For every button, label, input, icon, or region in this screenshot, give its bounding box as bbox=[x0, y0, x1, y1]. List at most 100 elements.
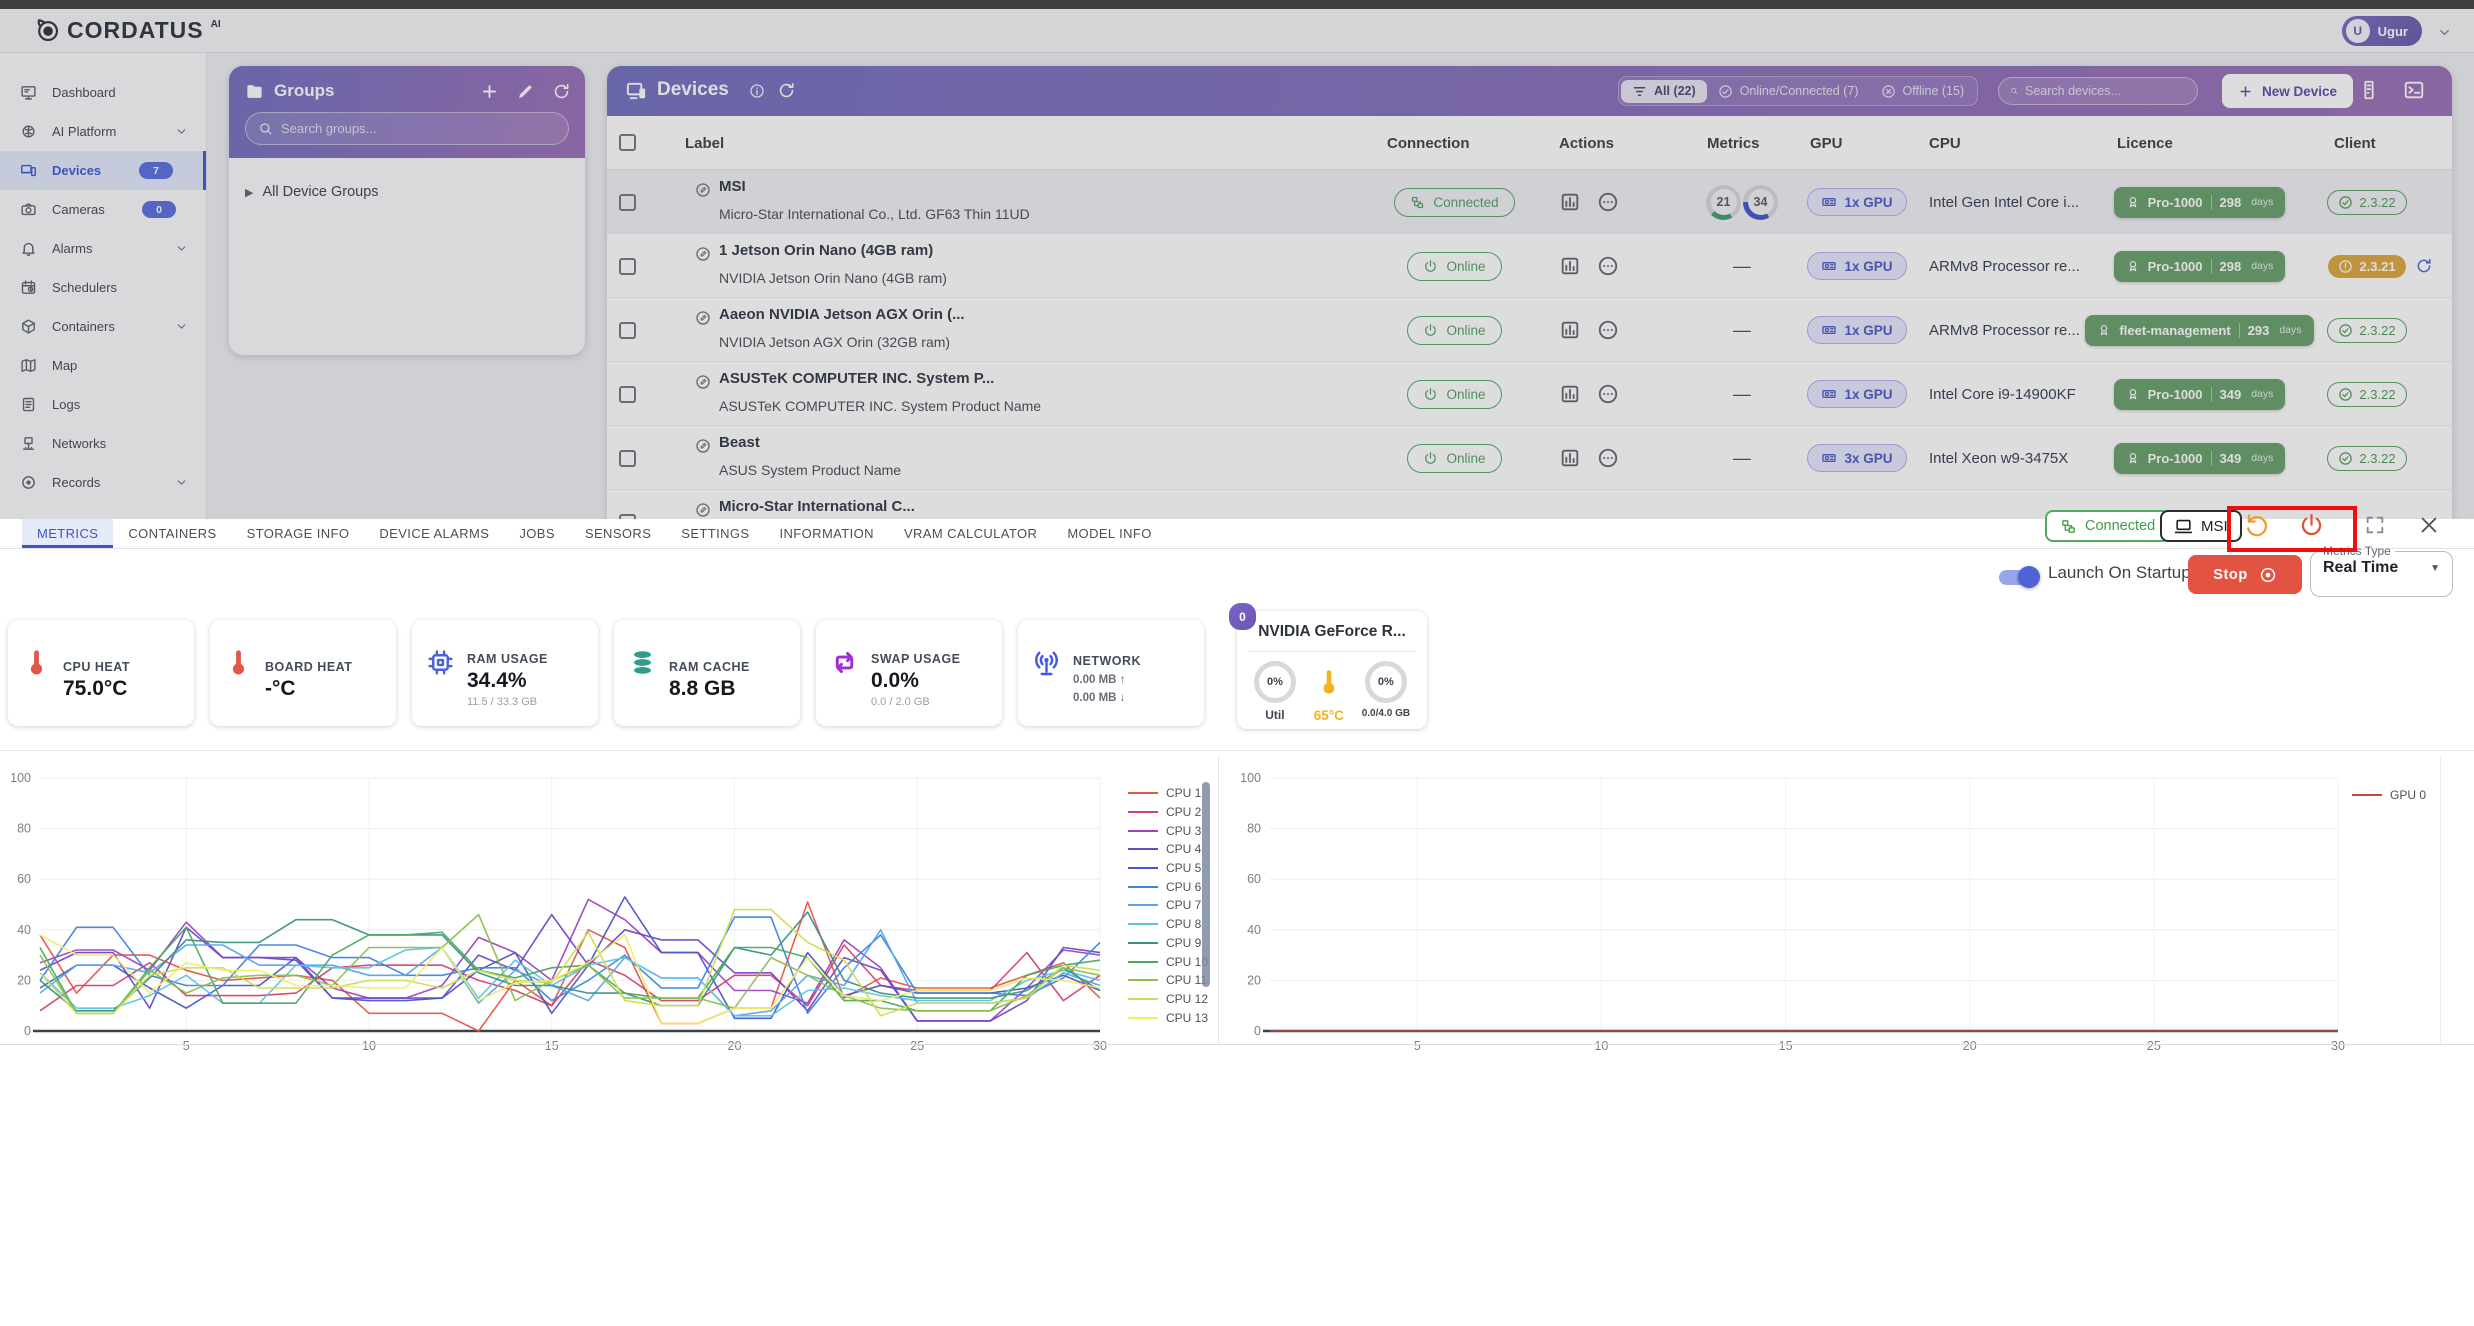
row-checkbox[interactable] bbox=[619, 194, 636, 211]
row-more-actions-button[interactable] bbox=[1597, 191, 1619, 213]
client-version-chip[interactable]: 2.3.22 bbox=[2327, 190, 2406, 215]
legend-scrollbar[interactable] bbox=[1202, 782, 1210, 987]
device-metrics-button[interactable] bbox=[1559, 191, 1581, 213]
tree-item-all-device-groups[interactable]: ▶ All Device Groups bbox=[245, 184, 379, 200]
device-row-3[interactable]: Aaeon NVIDIA Jetson AGX Orin (...NVIDIA … bbox=[607, 298, 2452, 362]
launch-on-startup-toggle[interactable] bbox=[1999, 570, 2037, 585]
legend-item[interactable]: CPU 12 bbox=[1128, 990, 1208, 1009]
sidebar-item-devices[interactable]: Devices7 bbox=[0, 151, 206, 190]
connection-status-chip[interactable]: Online bbox=[1407, 380, 1501, 409]
tree-expand-icon[interactable]: ▶ bbox=[245, 186, 253, 199]
metrics-type-select[interactable]: Metrics Type Real Time ▼ bbox=[2310, 544, 2453, 597]
devices-search[interactable] bbox=[1998, 77, 2198, 105]
tab-metrics[interactable]: METRICS bbox=[22, 519, 113, 548]
sidebar-item-logs[interactable]: Logs bbox=[0, 385, 206, 424]
stop-metrics-button[interactable]: Stop bbox=[2188, 555, 2302, 594]
fullscreen-icon[interactable] bbox=[2364, 514, 2386, 536]
tab-containers[interactable]: CONTAINERS bbox=[113, 519, 231, 548]
device-rack-view-button[interactable] bbox=[2358, 79, 2380, 101]
sidebar-item-cameras[interactable]: Cameras0 bbox=[0, 190, 206, 229]
sidebar-item-networks[interactable]: Networks bbox=[0, 424, 206, 463]
legend-item[interactable]: CPU 3 bbox=[1128, 821, 1208, 840]
legend-item[interactable]: CPU 6 bbox=[1128, 877, 1208, 896]
gpu-metric-card[interactable]: 0 NVIDIA GeForce R... 0%Util65°C0%0.0/4.… bbox=[1237, 611, 1427, 729]
user-menu-button[interactable]: U Ugur bbox=[2342, 16, 2422, 46]
tab-information[interactable]: INFORMATION bbox=[765, 519, 889, 548]
legend-item[interactable]: CPU 10 bbox=[1128, 952, 1208, 971]
filter-chip-online[interactable]: Online/Connected (7) bbox=[1707, 80, 1870, 103]
device-row-2[interactable]: 1 Jetson Orin Nano (4GB ram)NVIDIA Jetso… bbox=[607, 234, 2452, 298]
refresh-devices-button[interactable] bbox=[777, 81, 796, 100]
tab-device-alarms[interactable]: DEVICE ALARMS bbox=[364, 519, 504, 548]
gpu-count-chip[interactable]: 1x GPU bbox=[1807, 188, 1906, 216]
edit-label-icon[interactable] bbox=[695, 182, 711, 198]
edit-group-button[interactable] bbox=[516, 82, 535, 101]
tab-settings[interactable]: SETTINGS bbox=[666, 519, 764, 548]
update-client-button[interactable] bbox=[2415, 257, 2433, 275]
legend-item[interactable]: GPU 0 bbox=[2352, 786, 2426, 805]
close-icon[interactable] bbox=[2418, 514, 2440, 536]
sidebar-item-alarms[interactable]: Alarms bbox=[0, 229, 206, 268]
legend-item[interactable]: CPU 13 bbox=[1128, 1008, 1208, 1027]
row-more-actions-button[interactable] bbox=[1597, 383, 1619, 405]
client-version-chip[interactable]: 2.3.21 bbox=[2328, 255, 2405, 278]
tab-vram-calculator[interactable]: VRAM CALCULATOR bbox=[889, 519, 1052, 548]
tab-jobs[interactable]: JOBS bbox=[504, 519, 570, 548]
device-row-4[interactable]: ASUSTeK COMPUTER INC. System P...ASUSTeK… bbox=[607, 362, 2452, 426]
edit-label-icon[interactable] bbox=[695, 438, 711, 454]
connection-status-chip[interactable]: Online bbox=[1407, 316, 1501, 345]
licence-badge[interactable]: fleet-management293days bbox=[2085, 315, 2313, 346]
shutdown-device-button[interactable] bbox=[2298, 512, 2325, 539]
groups-search[interactable] bbox=[245, 112, 569, 145]
sidebar-item-records[interactable]: Records bbox=[0, 463, 206, 502]
info-icon[interactable] bbox=[749, 83, 765, 99]
add-group-button[interactable] bbox=[480, 82, 499, 101]
groups-search-input[interactable] bbox=[281, 121, 556, 136]
licence-badge[interactable]: Pro-1000298days bbox=[2114, 251, 2286, 282]
connection-status-chip[interactable]: Online bbox=[1407, 444, 1501, 473]
licence-badge[interactable]: Pro-1000349days bbox=[2114, 443, 2286, 474]
refresh-groups-button[interactable] bbox=[552, 82, 571, 101]
sidebar-item-map[interactable]: Map bbox=[0, 346, 206, 385]
row-more-actions-button[interactable] bbox=[1597, 447, 1619, 469]
legend-item[interactable]: CPU 9 bbox=[1128, 934, 1208, 953]
legend-item[interactable]: CPU 4 bbox=[1128, 840, 1208, 859]
sidebar-item-dashboard[interactable]: Dashboard bbox=[0, 73, 206, 112]
edit-label-icon[interactable] bbox=[695, 374, 711, 390]
row-checkbox[interactable] bbox=[619, 258, 636, 275]
connection-status-chip[interactable]: Online bbox=[1407, 252, 1501, 281]
device-row-5[interactable]: BeastASUS System Product NameOnline—3x G… bbox=[607, 426, 2452, 490]
gpu-count-chip[interactable]: 1x GPU bbox=[1807, 252, 1906, 280]
row-checkbox[interactable] bbox=[619, 322, 636, 339]
edit-label-icon[interactable] bbox=[695, 502, 711, 518]
gpu-count-chip[interactable]: 1x GPU bbox=[1807, 316, 1906, 344]
client-version-chip[interactable]: 2.3.22 bbox=[2327, 318, 2406, 343]
sidebar-item-ai-platform[interactable]: AI Platform bbox=[0, 112, 206, 151]
row-checkbox[interactable] bbox=[619, 386, 636, 403]
gpu-count-chip[interactable]: 3x GPU bbox=[1807, 444, 1906, 472]
device-metrics-button[interactable] bbox=[1559, 319, 1581, 341]
device-metrics-button[interactable] bbox=[1559, 255, 1581, 277]
connection-status-chip[interactable]: Connected bbox=[1394, 188, 1514, 217]
legend-item[interactable]: CPU 7 bbox=[1128, 896, 1208, 915]
sidebar-item-containers[interactable]: Containers bbox=[0, 307, 206, 346]
new-device-button[interactable]: New Device bbox=[2222, 74, 2353, 108]
sidebar-item-schedulers[interactable]: Schedulers bbox=[0, 268, 206, 307]
terminal-button[interactable] bbox=[2403, 79, 2425, 101]
legend-item[interactable]: CPU 8 bbox=[1128, 915, 1208, 934]
legend-item[interactable]: CPU 1 bbox=[1128, 784, 1208, 803]
tab-storage-info[interactable]: STORAGE INFO bbox=[232, 519, 365, 548]
client-version-chip[interactable]: 2.3.22 bbox=[2327, 446, 2406, 471]
edit-label-icon[interactable] bbox=[695, 310, 711, 326]
restart-device-button[interactable] bbox=[2243, 512, 2270, 539]
select-all-checkbox[interactable] bbox=[619, 134, 636, 151]
devices-search-input[interactable] bbox=[2025, 84, 2186, 98]
licence-badge[interactable]: Pro-1000349days bbox=[2114, 379, 2286, 410]
legend-item[interactable]: CPU 2 bbox=[1128, 803, 1208, 822]
filter-chip-offline[interactable]: Offline (15) bbox=[1870, 80, 1976, 103]
tab-sensors[interactable]: SENSORS bbox=[570, 519, 666, 548]
client-version-chip[interactable]: 2.3.22 bbox=[2327, 382, 2406, 407]
device-metrics-button[interactable] bbox=[1559, 383, 1581, 405]
legend-item[interactable]: CPU 5 bbox=[1128, 859, 1208, 878]
legend-item[interactable]: CPU 11 bbox=[1128, 971, 1208, 990]
